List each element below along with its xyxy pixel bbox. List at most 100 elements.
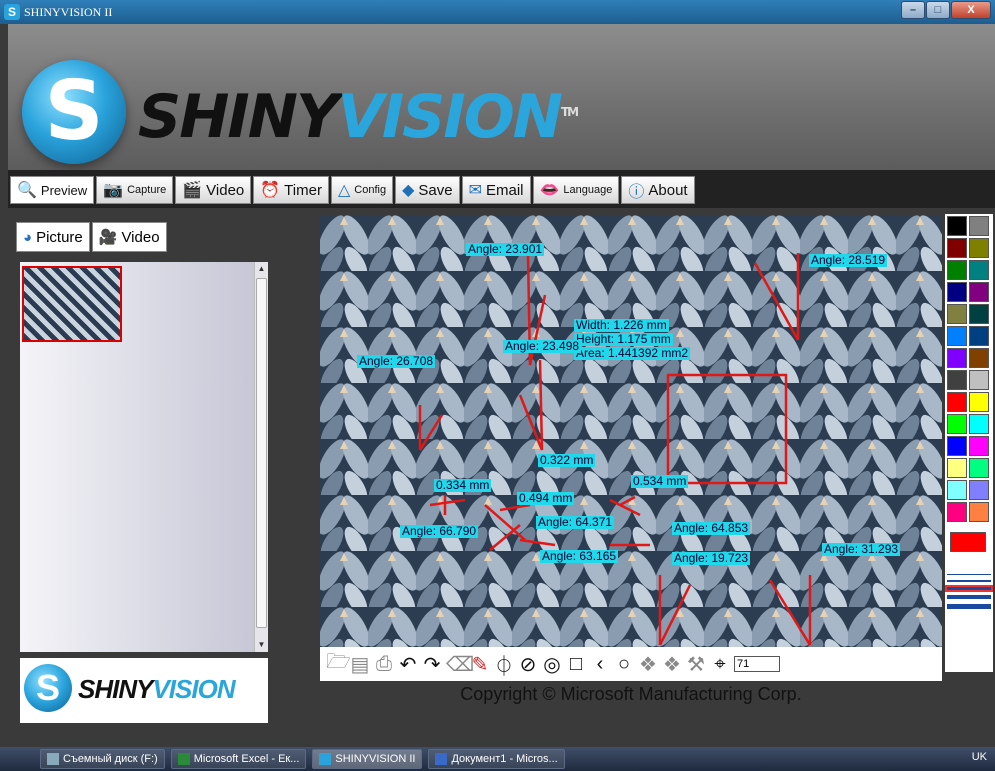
color-swatch[interactable] [947, 304, 967, 324]
open-folder-icon[interactable]: 🗁 [326, 647, 351, 681]
crosshair-icon[interactable]: ⌖ [710, 653, 730, 676]
tab-email[interactable]: ✉ Email [461, 176, 531, 204]
pencil-icon[interactable]: ✎ [470, 652, 490, 677]
line-width-option[interactable] [947, 580, 991, 582]
current-color-swatch[interactable] [950, 532, 986, 552]
color-swatch[interactable] [969, 392, 989, 412]
tab-label: Capture [127, 184, 167, 196]
stamp-alt-icon[interactable]: ❖ [662, 652, 682, 677]
color-swatch[interactable] [947, 436, 967, 456]
distance-label[interactable]: 0.534 mm [631, 475, 689, 488]
color-swatch[interactable] [969, 348, 989, 368]
tab-timer[interactable]: ⏰ Timer [253, 176, 329, 204]
angle-label[interactable]: Angle: 26.708 [357, 355, 436, 368]
color-swatch[interactable] [947, 392, 967, 412]
thumbnail-item[interactable] [22, 266, 122, 342]
color-swatch[interactable] [947, 458, 967, 478]
angle-label[interactable]: Angle: 64.371 [536, 516, 615, 529]
line-width-option[interactable] [947, 574, 991, 575]
color-swatch[interactable] [969, 502, 989, 522]
tab-language[interactable]: 👄 Language [532, 176, 620, 204]
maximize-button[interactable]: □ [926, 1, 950, 19]
redo-icon[interactable]: ↷ [422, 652, 442, 677]
angle-label[interactable]: Angle: 23.498 [503, 340, 582, 353]
minimize-button[interactable]: – [901, 1, 925, 19]
angle-label[interactable]: Angle: 66.790 [400, 525, 479, 538]
distance-label[interactable]: 0.322 mm [538, 454, 596, 467]
angle-icon[interactable]: ‹ [590, 653, 610, 676]
angle-label[interactable]: Angle: 63.165 [540, 550, 619, 563]
color-swatch[interactable] [947, 260, 967, 280]
line-width-option[interactable] [947, 604, 991, 609]
tab-config[interactable]: △ Config [330, 176, 394, 204]
brand-logo: SHINYVISIONTM [138, 82, 579, 152]
tab-save[interactable]: ◆ Save [395, 176, 460, 204]
color-swatch[interactable] [947, 326, 967, 346]
circle-line-icon[interactable]: ⏀ [494, 650, 514, 679]
color-swatch[interactable] [969, 480, 989, 500]
circle-slash-icon[interactable]: ⊘ [518, 652, 538, 677]
scroll-up-icon[interactable]: ▲ [255, 262, 268, 276]
rectangle-icon[interactable]: □ [566, 653, 586, 676]
taskbar-item[interactable]: Документ1 - Micros... [428, 749, 565, 769]
angle-label[interactable]: Angle: 64.853 [672, 522, 751, 535]
area-label[interactable]: Area: 1.441392 mm2 [574, 347, 691, 360]
polygon-icon[interactable]: ○ [614, 653, 634, 676]
tab-label: About [648, 181, 688, 199]
live-image-view[interactable]: Angle: 23.901 Angle: 28.519 Width: 1.226… [320, 215, 942, 647]
eraser-icon[interactable]: ⌫ [446, 652, 474, 677]
distance-label[interactable]: 0.494 mm [517, 492, 575, 505]
document-icon[interactable]: ▤ [350, 652, 370, 677]
color-swatch[interactable] [969, 238, 989, 258]
taskbar-item[interactable]: Microsoft Excel - Ек... [170, 749, 307, 769]
scrollbar-thumb[interactable] [256, 278, 267, 628]
color-swatch[interactable] [947, 348, 967, 368]
line-width-option[interactable] [947, 595, 991, 599]
color-swatch[interactable] [969, 414, 989, 434]
scroll-down-icon[interactable]: ▼ [255, 638, 268, 652]
color-swatch[interactable] [947, 370, 967, 390]
angle-label[interactable]: Angle: 23.901 [466, 243, 545, 256]
color-swatch[interactable] [969, 436, 989, 456]
swatch-grid [947, 216, 991, 522]
tab-video-gallery[interactable]: 🎥 Video [91, 222, 167, 252]
color-swatch[interactable] [947, 216, 967, 236]
angle-label[interactable]: Angle: 19.723 [672, 552, 751, 565]
color-swatch[interactable] [969, 326, 989, 346]
taskbar-item[interactable]: SHINYVISION II [312, 749, 423, 769]
width-label[interactable]: Width: 1.226 mm [574, 319, 669, 332]
distance-label[interactable]: 0.334 mm [434, 479, 492, 492]
color-swatch[interactable] [947, 238, 967, 258]
concentric-circles-icon[interactable]: ◎ [542, 652, 562, 677]
tab-video[interactable]: 🎬 Video [175, 176, 252, 204]
angle-label[interactable]: Angle: 31.293 [822, 543, 901, 556]
vertical-scrollbar[interactable]: ▲ ▼ [254, 262, 268, 652]
tab-about[interactable]: ⓘ About [621, 176, 695, 204]
close-button[interactable]: X [951, 1, 991, 19]
language-indicator[interactable]: UK [972, 751, 987, 763]
angle-label[interactable]: Angle: 28.519 [809, 254, 888, 267]
color-swatch[interactable] [947, 502, 967, 522]
line-width-option[interactable] [945, 585, 993, 592]
tab-capture[interactable]: 📷 Capture [96, 176, 174, 204]
color-swatch[interactable] [969, 282, 989, 302]
color-swatch[interactable] [969, 370, 989, 390]
tab-picture[interactable]: ◕ Picture [16, 222, 90, 252]
color-swatch[interactable] [947, 282, 967, 302]
color-swatch[interactable] [969, 458, 989, 478]
color-swatch[interactable] [947, 480, 967, 500]
header-banner: S SHINYVISIONTM [8, 24, 995, 192]
main-area: Angle: 23.901 Angle: 28.519 Width: 1.226… [268, 210, 995, 723]
height-label[interactable]: Height: 1.175 mm [574, 333, 673, 346]
color-swatch[interactable] [969, 260, 989, 280]
export-icon[interactable]: ⎙ [374, 653, 394, 676]
tool-icon[interactable]: ⚒ [686, 652, 706, 677]
color-swatch[interactable] [969, 304, 989, 324]
undo-icon[interactable]: ↶ [398, 652, 418, 677]
color-swatch[interactable] [947, 414, 967, 434]
taskbar-item[interactable]: Съемный диск (F:) [40, 749, 165, 769]
zoom-input[interactable] [734, 656, 780, 672]
tab-preview[interactable]: 🔍 Preview [10, 176, 95, 204]
stamp-icon[interactable]: ❖ [638, 652, 658, 677]
color-swatch[interactable] [969, 216, 989, 236]
